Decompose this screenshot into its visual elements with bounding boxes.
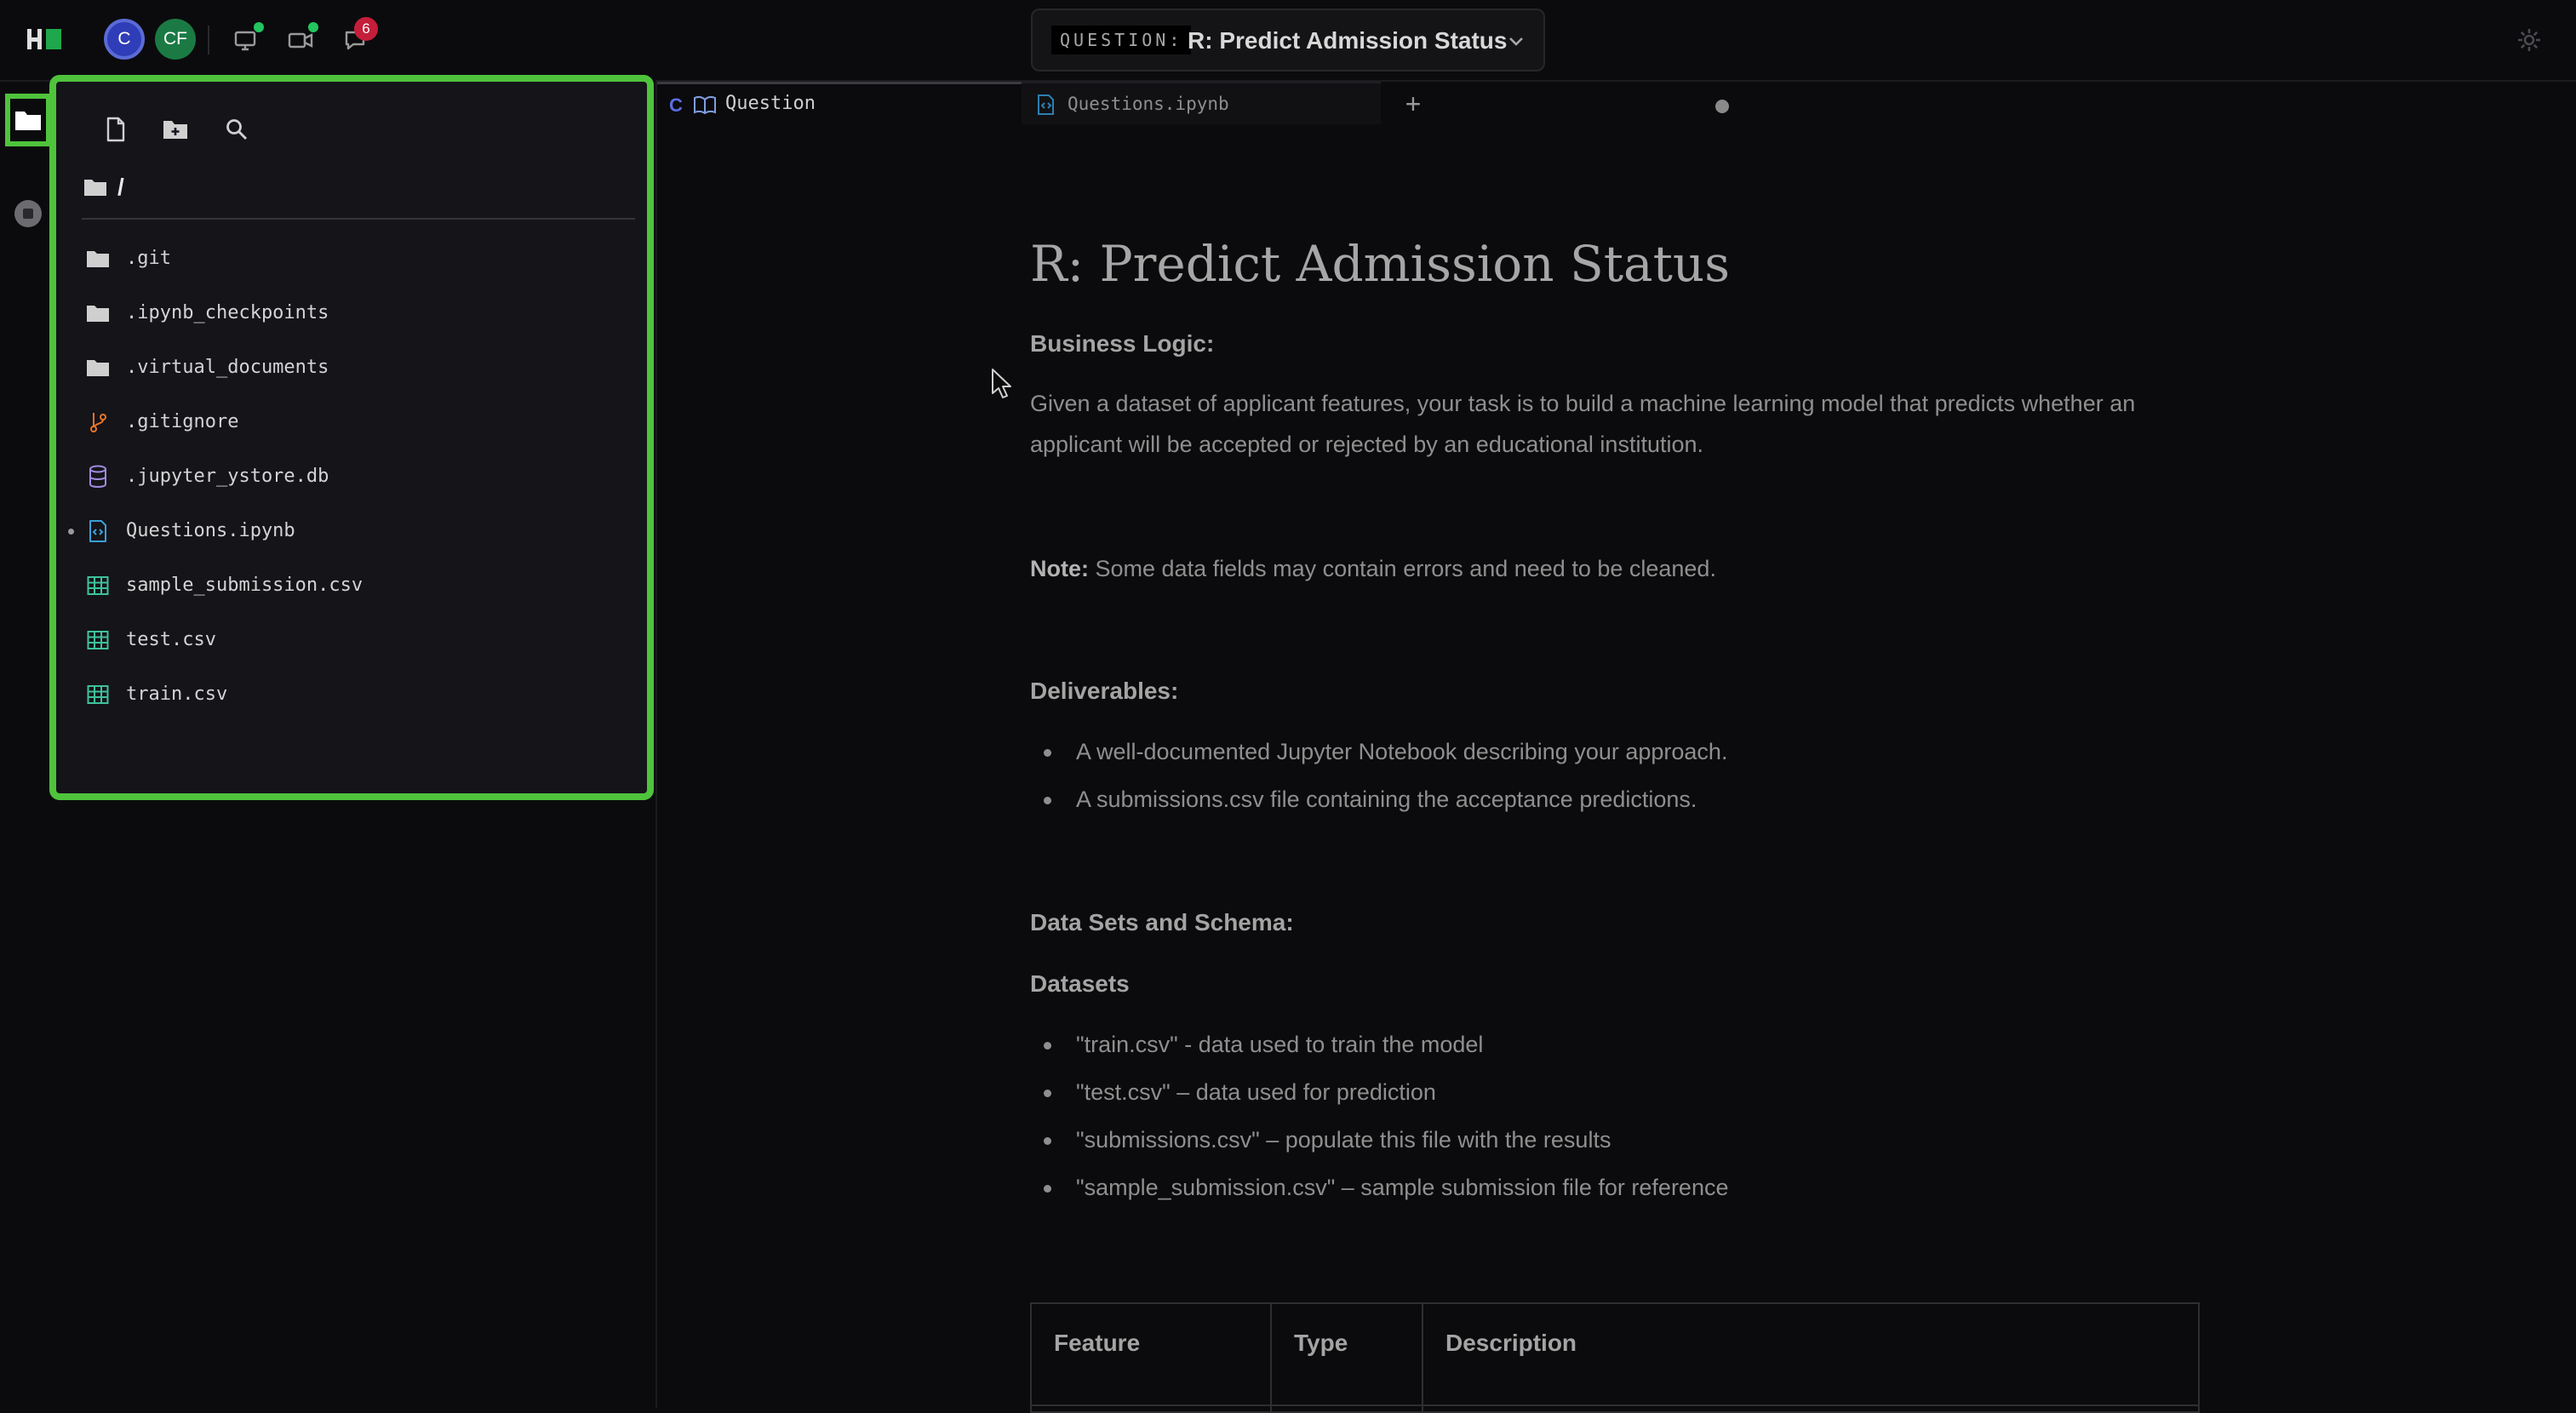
unsaved-dot-icon[interactable]: [1714, 99, 1730, 114]
breadcrumb[interactable]: /: [83, 174, 124, 201]
folder-icon: [85, 247, 111, 271]
file-name: .git: [126, 248, 171, 269]
question-selector[interactable]: QUESTION: R: Predict Admission Status: [1031, 9, 1545, 72]
file-explorer-panel: / .git .ipynb_checkpoints .virtual_docum…: [49, 75, 654, 800]
note-paragraph: Note: Some data fields may contain error…: [1030, 548, 2222, 589]
file-item-jupyter-ystore[interactable]: .jupyter_ystore.db: [56, 449, 647, 504]
file-explorer-toggle[interactable]: [5, 94, 51, 146]
notification-badge: 6: [354, 17, 378, 41]
stop-icon[interactable]: [14, 199, 43, 228]
divider: [208, 26, 209, 54]
table-header-description: Description: [1445, 1330, 1577, 1356]
file-item-sample-submission[interactable]: sample_submission.csv: [56, 558, 647, 613]
table-row-divider: [1032, 1404, 2198, 1406]
file-name: .ipynb_checkpoints: [126, 302, 329, 323]
new-file-button[interactable]: [100, 114, 131, 145]
app-logo[interactable]: [26, 24, 66, 56]
file-item-train-csv[interactable]: train.csv: [56, 667, 647, 722]
tab-bar: C Question Questions.ipynb +: [657, 82, 2576, 124]
folder-icon: [15, 112, 41, 130]
gear-icon[interactable]: [2515, 26, 2544, 54]
search-icon: [226, 119, 248, 140]
data-sets-schema-heading: Data Sets and Schema:: [1030, 909, 1294, 935]
notebook-icon: [85, 519, 111, 543]
breadcrumb-path: /: [117, 174, 124, 200]
database-icon: [85, 465, 111, 489]
file-item-questions-ipynb[interactable]: Questions.ipynb: [56, 504, 647, 558]
folder-icon: [85, 356, 111, 380]
schema-table: Feature Type Description: [1030, 1302, 2200, 1413]
tab-question[interactable]: C Question: [657, 82, 1022, 124]
new-folder-button[interactable]: [160, 114, 191, 145]
folder-icon: [85, 301, 111, 325]
file-item-test-csv[interactable]: test.csv: [56, 613, 647, 667]
add-tab-button[interactable]: +: [1396, 87, 1430, 121]
file-name: sample_submission.csv: [126, 575, 364, 596]
question-title: R: Predict Admission Status: [1188, 27, 1508, 54]
tab-questions-notebook[interactable]: Questions.ipynb: [1022, 82, 1729, 124]
file-name: .jupyter_ystore.db: [126, 466, 329, 487]
file-name: Questions.ipynb: [126, 520, 295, 541]
table-icon: [85, 628, 111, 652]
new-folder-icon: [163, 121, 187, 139]
file-item-virtual-documents[interactable]: .virtual_documents: [56, 340, 647, 395]
screen-share-button[interactable]: [228, 22, 264, 58]
deliverables-heading: Deliverables:: [1030, 678, 1179, 704]
business-logic-heading: Business Logic:: [1030, 330, 1215, 357]
note-label: Note:: [1030, 556, 1089, 581]
tab-label: Questions.ipynb: [1068, 94, 1229, 114]
note-text: Some data fields may contain errors and …: [1089, 556, 1716, 581]
file-item-gitignore[interactable]: .gitignore: [56, 395, 647, 449]
avatar-user-cf[interactable]: CF: [155, 19, 196, 60]
file-name: test.csv: [126, 629, 216, 650]
file-item-git[interactable]: .git: [56, 232, 647, 286]
video-call-button[interactable]: [283, 22, 318, 58]
modified-indicator: [68, 529, 74, 535]
mouse-cursor-icon: [992, 369, 1011, 398]
table-header-type: Type: [1272, 1304, 1423, 1411]
page-title: R: Predict Admission Status: [1030, 235, 1731, 293]
datasets-heading: Datasets: [1030, 970, 1130, 997]
file-item-ipynb-checkpoints[interactable]: .ipynb_checkpoints: [56, 286, 647, 340]
file-name: .gitignore: [126, 411, 239, 432]
question-label: QUESTION:: [1051, 26, 1192, 54]
file-list: .git .ipynb_checkpoints .virtual_documen…: [56, 232, 647, 722]
notebook-icon: [1038, 94, 1054, 115]
top-bar: C CF 6 QUESTION: R: Predict Admission St…: [0, 0, 2576, 82]
avatar-user-c[interactable]: C: [104, 19, 145, 60]
folder-icon: [84, 180, 106, 196]
file-name: .virtual_documents: [126, 357, 329, 378]
chevron-down-icon: [1509, 37, 1523, 46]
monitor-icon: [234, 31, 256, 51]
search-files-button[interactable]: [221, 114, 252, 145]
table-icon: [85, 683, 111, 706]
collab-c-icon: C: [669, 94, 683, 116]
divider: [82, 218, 635, 220]
git-icon: [85, 410, 111, 434]
file-name: train.csv: [126, 684, 228, 705]
table-icon: [85, 574, 111, 598]
table-header-feature: Feature: [1032, 1304, 1272, 1411]
tab-label: Question: [725, 93, 816, 114]
business-logic-text: Given a dataset of applicant features, y…: [1030, 391, 2136, 457]
book-icon: [694, 95, 716, 115]
new-file-icon: [106, 117, 125, 142]
